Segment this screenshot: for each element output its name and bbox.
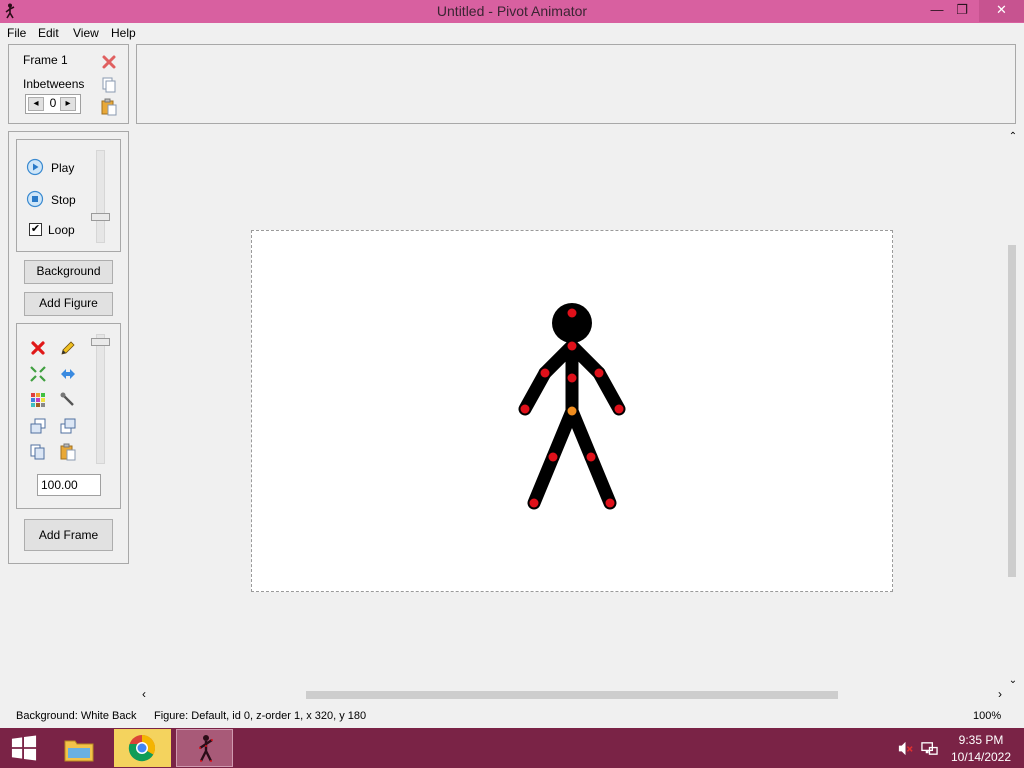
chrome-icon [128,734,156,762]
inbetweens-label: Inbetweens [23,77,85,91]
maximize-button[interactable]: ❐ [947,0,977,22]
play-icon[interactable] [26,158,44,176]
copy-frame-icon[interactable] [100,76,118,94]
send-back-icon[interactable] [59,417,77,435]
network-icon[interactable] [921,740,938,757]
animation-canvas[interactable] [251,230,893,592]
volume-muted-icon[interactable] [897,740,914,757]
title-bar: Untitled - Pivot Animator — ❐ ✕ [0,0,1024,23]
timeline-area[interactable] [136,44,1016,124]
increment-button[interactable]: ▸ [60,97,76,111]
origin-joint[interactable] [567,406,577,416]
scroll-down-arrow[interactable]: ⌄ [1007,675,1019,689]
add-frame-button[interactable]: Add Frame [24,519,113,551]
menu-file[interactable]: File [7,26,26,40]
flip-icon[interactable] [59,365,77,383]
inbetweens-value[interactable]: 0 [48,96,58,110]
edit-pencil-icon[interactable] [59,339,77,357]
windows-icon [11,735,37,761]
speed-slider-thumb[interactable] [91,213,110,221]
background-button[interactable]: Background [24,260,113,284]
speed-slider-track[interactable] [96,150,105,243]
status-figure: Figure: Default, id 0, z-order 1, x 320,… [154,710,367,722]
status-zoom: 100% [973,710,1002,722]
status-bar: Background: White Back Figure: Default, … [0,705,1024,727]
scale-input[interactable]: 100.00 [37,474,101,496]
menu-help[interactable]: Help [111,26,136,40]
bring-front-icon[interactable] [29,417,47,435]
loop-checkbox[interactable]: ✔ [29,223,42,236]
start-button[interactable] [0,729,50,767]
play-label[interactable]: Play [51,161,74,175]
folder-icon [64,740,94,762]
stop-label[interactable]: Stop [51,193,76,207]
status-background: Background: White Back [16,710,137,722]
figure-tools-group: 100.00 [16,323,121,509]
taskbar-chrome[interactable] [114,729,171,767]
pivot-figure-icon [199,735,213,762]
center-icon[interactable] [29,365,47,383]
taskbar: 9:35 PM 10/14/2022 [0,728,1024,768]
horizontal-scrollbar-thumb[interactable] [306,691,838,699]
add-figure-button[interactable]: Add Figure [24,292,113,316]
vertical-scrollbar-thumb[interactable] [1008,245,1016,577]
menu-edit[interactable]: Edit [38,26,59,40]
loop-label[interactable]: Loop [48,223,75,237]
close-button[interactable]: ✕ [979,0,1024,22]
frame-label: Frame 1 [23,53,68,67]
menu-view[interactable]: View [73,26,99,40]
scale-slider-track[interactable] [96,334,105,464]
tool-icon[interactable] [59,391,77,409]
stick-figure[interactable] [252,231,892,591]
taskbar-file-explorer[interactable] [51,729,108,767]
frame-panel: Frame 1 Inbetweens ◂ 0 ▸ [8,44,129,124]
clock-time[interactable]: 9:35 PM [946,733,1016,747]
scroll-right-arrow[interactable]: › [994,687,1006,701]
color-icon[interactable] [29,391,47,409]
paste-frame-icon[interactable] [100,98,118,116]
taskbar-pivot-animator[interactable] [176,729,233,767]
stop-icon[interactable] [26,190,44,208]
delete-frame-icon[interactable] [100,53,118,71]
window-title: Untitled - Pivot Animator [436,3,588,19]
clock-date[interactable]: 10/14/2022 [946,750,1016,764]
delete-icon[interactable] [29,339,47,357]
copy-icon[interactable] [29,443,47,461]
scroll-up-arrow[interactable]: ⌃ [1007,131,1019,145]
menu-bar: File Edit View Help [0,23,1024,43]
inbetweens-stepper[interactable]: ◂ 0 ▸ [25,94,81,114]
decrement-button[interactable]: ◂ [28,97,44,111]
paste-icon[interactable] [59,443,77,461]
tools-panel: Play Stop ✔ Loop Background Add Figure 1… [8,131,129,564]
scale-slider-thumb[interactable] [91,338,110,346]
scroll-left-arrow[interactable]: ‹ [138,687,150,701]
playback-group: Play Stop ✔ Loop [16,139,121,252]
